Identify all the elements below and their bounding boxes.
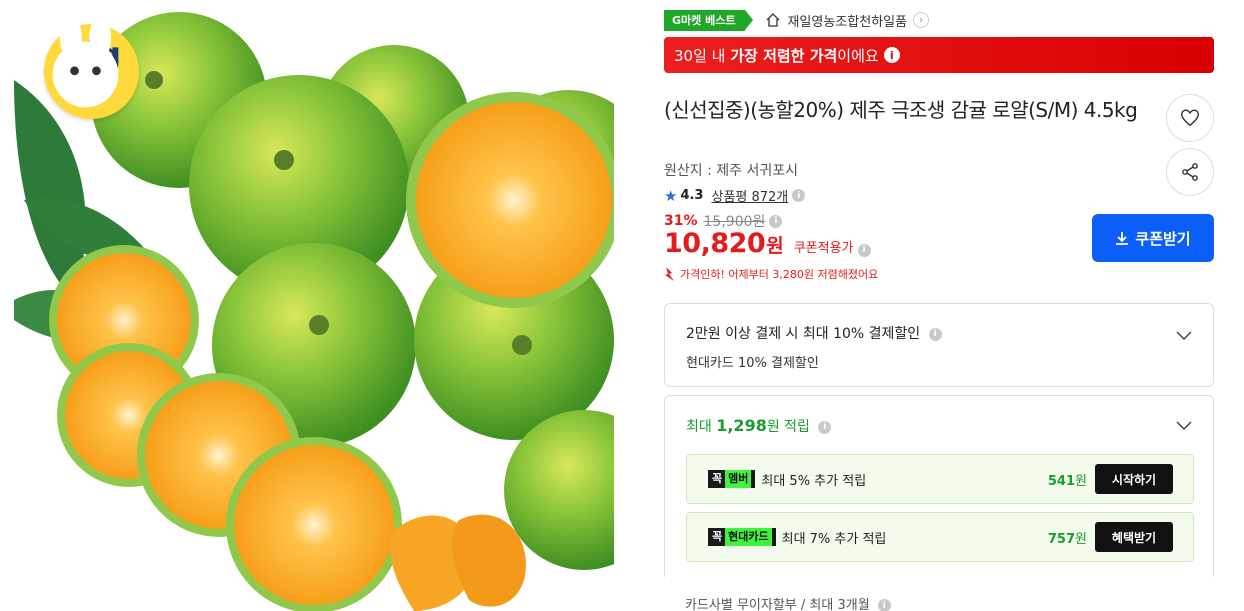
installment-text: 카드사별 무이자할부 / 최대 3개월 (685, 598, 870, 611)
reward-head-suffix: 적립 (779, 419, 810, 435)
seller-link[interactable]: 재일영농조합천하일품 › (765, 11, 930, 30)
heart-icon (1181, 109, 1199, 127)
lowest-price-banner: 30일 내 가장 저렴한 가격 이에요 i (664, 37, 1214, 73)
banner-suffix: 이에요 (837, 46, 879, 65)
share-icon (1182, 163, 1198, 181)
chevron-down-icon[interactable] (1175, 416, 1193, 434)
reward-head-amount: 1,298 (716, 416, 767, 435)
download-icon (1116, 232, 1129, 245)
reward-head: 최대 1,298원 적립 i (686, 416, 832, 436)
review-count-link[interactable]: 상품평 872개 (711, 186, 788, 205)
origin-text: 원산지 : 제주 서귀포시 (664, 163, 798, 179)
reward-head-unit: 원 (766, 419, 780, 435)
reward-head-prefix: 최대 (686, 419, 717, 435)
topline: G마켓 베스트 재일영농조합천하일품 › (664, 9, 930, 31)
product-title: (신선집중)(농할20%) 제주 극조생 감귤 로얄(S/M) 4.5kg (664, 98, 1138, 122)
kkok-hyundai-card-badge: 꼭 현대카드 (708, 528, 776, 546)
reward-desc: 최대 5% 추가 적립 (761, 473, 867, 489)
reward-desc: 최대 7% 추가 적립 (781, 531, 887, 547)
coupon-button-label: 쿠폰받기 (1135, 229, 1191, 248)
gmarket-best-badge[interactable]: G마켓 베스트 (664, 9, 754, 31)
kkok-mark: 꼭 (712, 530, 723, 543)
info-icon[interactable]: i (792, 189, 806, 202)
price-line: 10,820 원 쿠폰적용가 i (664, 228, 871, 259)
price-drop-text: 가격인하! 어제부터 3,280원 저렴해졌어요 (680, 268, 879, 281)
chevron-down-icon[interactable] (1175, 326, 1193, 344)
kkok-mark: 꼭 (712, 472, 723, 485)
coupon-price-label: 쿠폰적용가 (793, 241, 854, 256)
rating-score: 4.3 (680, 188, 704, 203)
info-icon[interactable]: i (857, 243, 871, 257)
reward-amount-value: 757 (1047, 531, 1076, 547)
info-icon[interactable]: i (928, 327, 942, 341)
info-icon[interactable]: i (769, 214, 783, 228)
home-icon (767, 13, 780, 27)
banner-prefix: 30일 내 (674, 46, 726, 65)
reward-row-member: 꼭 멤버 최대 5% 추가 적립 541원 시작하기 (686, 454, 1194, 504)
reward-amount-unit: 원 (1075, 473, 1087, 489)
payment-discount-title: 2만원 이상 결제 시 최대 10% 결제할인 i (686, 323, 942, 343)
rating: ★ 4.3 상품평 872개 i (664, 186, 806, 205)
info-icon[interactable]: i (883, 47, 900, 63)
price-down-icon (665, 267, 674, 281)
reward-amount: 757원 (1048, 528, 1087, 547)
reward-amount-unit: 원 (1075, 531, 1087, 547)
discount-rate: 31% (664, 213, 698, 229)
payment-discount-title-text: 2만원 이상 결제 시 최대 10% 결제할인 (686, 326, 921, 342)
product-image[interactable]: big sale (14, 0, 614, 611)
info-icon[interactable]: i (818, 420, 832, 434)
price-unit: 원 (766, 235, 784, 257)
wishlist-button[interactable] (1166, 94, 1214, 142)
payment-discount-subtitle: 현대카드 10% 결제할인 (686, 356, 819, 371)
seller-name: 재일영농조합천하일품 (787, 14, 908, 30)
info-icon[interactable]: i (877, 599, 891, 611)
installment-info: 카드사별 무이자할부 / 최대 3개월 i (685, 594, 891, 611)
chevron-right-icon: › (913, 12, 930, 28)
kkok-member-badge: 꼭 멤버 (708, 470, 756, 488)
reward-amount: 541원 (1048, 470, 1087, 489)
share-button[interactable] (1166, 148, 1214, 196)
reward-row-hyundai-card: 꼭 현대카드 최대 7% 추가 적립 757원 혜택받기 (686, 512, 1194, 562)
big-sale-badge: big sale (44, 16, 139, 119)
bunny-icon (52, 16, 119, 108)
reward-amount-value: 541 (1047, 473, 1076, 489)
kkok-badge-name: 현대카드 (725, 528, 772, 546)
coupon-download-button[interactable]: 쿠폰받기 (1092, 214, 1214, 262)
banner-highlight: 가장 저렴한 가격 (730, 46, 838, 65)
kkok-badge-name: 멤버 (725, 470, 752, 488)
start-member-button[interactable]: 시작하기 (1095, 464, 1173, 494)
payment-discount-box[interactable]: 2만원 이상 결제 시 최대 10% 결제할인 i 현대카드 10% 결제할인 (664, 303, 1214, 387)
star-icon: ★ (664, 186, 678, 205)
sale-price: 10,820 (664, 228, 766, 259)
get-benefit-button[interactable]: 혜택받기 (1095, 522, 1173, 552)
price-drop-notice: 가격인하! 어제부터 3,280원 저렴해졌어요 (664, 266, 878, 282)
reward-box: 최대 1,298원 적립 i 꼭 멤버 최대 5% 추가 적립 541원 시작하기… (664, 395, 1214, 577)
